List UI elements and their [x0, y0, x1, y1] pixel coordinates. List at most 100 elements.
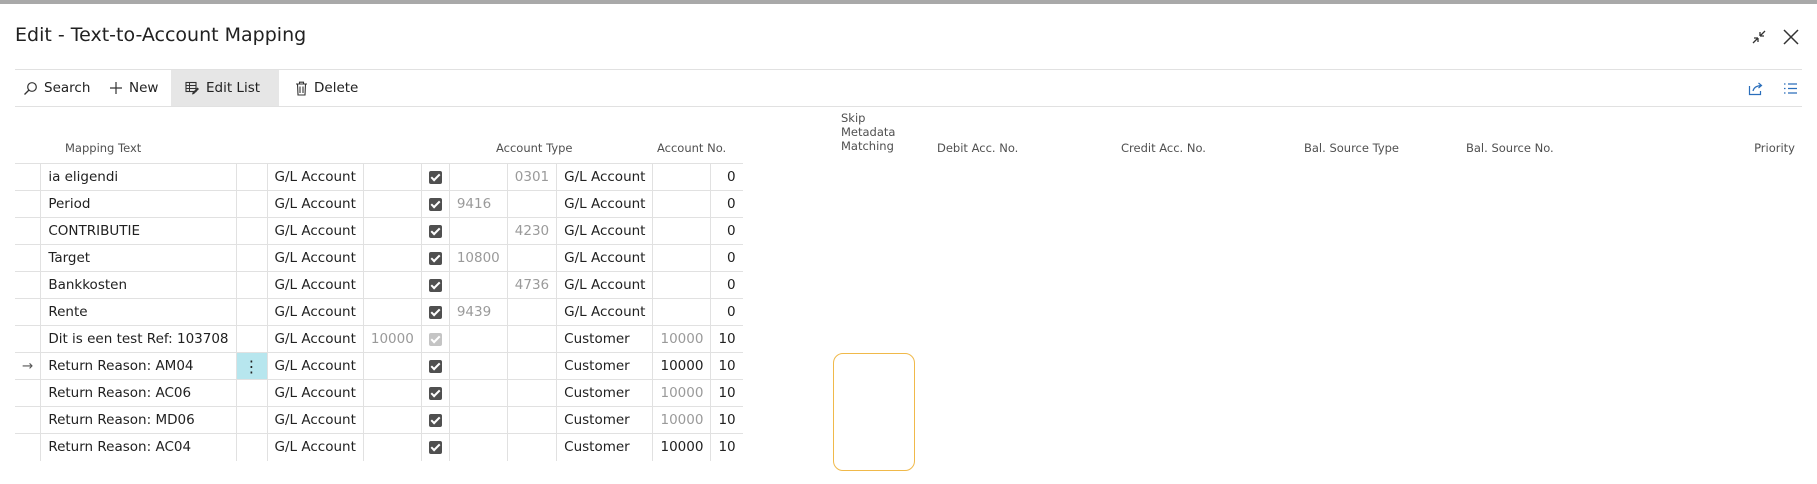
row-menu-cell[interactable]: [235, 433, 268, 461]
cell-skip-metadata[interactable]: [420, 406, 450, 434]
cell-account-type[interactable]: G/L Account: [266, 352, 364, 380]
cell-debit-acc-no[interactable]: [448, 406, 508, 434]
col-header-mapping-text[interactable]: Mapping Text: [65, 141, 141, 155]
edit-list-button[interactable]: Edit List: [171, 70, 279, 106]
cell-debit-acc-no[interactable]: [448, 433, 508, 461]
cell-priority[interactable]: 10: [710, 433, 743, 461]
cell-debit-acc-no[interactable]: [448, 379, 508, 407]
cell-debit-acc-no[interactable]: 9416: [448, 190, 508, 218]
cell-mapping-text[interactable]: Return Reason: AC04: [40, 433, 237, 461]
row-menu-cell[interactable]: [235, 406, 268, 434]
cell-bal-source-no[interactable]: 10000: [652, 325, 711, 353]
cell-priority[interactable]: 0: [710, 244, 743, 272]
cell-credit-acc-no[interactable]: [506, 352, 557, 380]
cell-credit-acc-no[interactable]: [506, 244, 557, 272]
cell-bal-source-type[interactable]: G/L Account: [556, 217, 653, 245]
col-header-credit-acc-no[interactable]: Credit Acc. No.: [1121, 141, 1206, 155]
cell-bal-source-type[interactable]: G/L Account: [556, 244, 653, 272]
checkbox-checked-icon[interactable]: [428, 386, 442, 400]
cell-account-type[interactable]: G/L Account: [266, 190, 364, 218]
row-menu-cell[interactable]: [235, 190, 268, 218]
cell-account-type[interactable]: G/L Account: [266, 298, 364, 326]
cell-bal-source-type[interactable]: Customer: [556, 352, 653, 380]
cell-account-no[interactable]: [362, 352, 422, 380]
cell-account-type[interactable]: G/L Account: [266, 379, 364, 407]
row-menu-cell[interactable]: [235, 325, 268, 353]
checkbox-checked-icon[interactable]: [428, 278, 442, 292]
row-menu-cell[interactable]: ⋮: [235, 352, 268, 380]
cell-priority[interactable]: 0: [710, 298, 743, 326]
cell-skip-metadata[interactable]: [420, 325, 450, 353]
cell-skip-metadata[interactable]: [420, 190, 450, 218]
cell-account-no[interactable]: [362, 163, 422, 191]
row-menu-cell[interactable]: [235, 244, 268, 272]
table-row[interactable]: Bankkosten G/L Account 4736 G/L Account 0: [15, 271, 743, 299]
cell-bal-source-type[interactable]: Customer: [556, 325, 653, 353]
cell-mapping-text[interactable]: Return Reason: MD06: [40, 406, 237, 434]
col-header-priority[interactable]: Priority: [1705, 141, 1795, 155]
cell-priority[interactable]: 10: [710, 406, 743, 434]
search-button[interactable]: Search: [23, 70, 90, 106]
cell-account-no[interactable]: [362, 379, 422, 407]
cell-account-no[interactable]: [362, 271, 422, 299]
cell-mapping-text[interactable]: Rente: [40, 298, 237, 326]
cell-debit-acc-no[interactable]: 10800: [448, 244, 508, 272]
checkbox-checked-icon[interactable]: [428, 251, 442, 265]
row-selector[interactable]: [15, 325, 41, 353]
cell-account-type[interactable]: G/L Account: [266, 271, 364, 299]
cell-account-no[interactable]: [362, 298, 422, 326]
cell-account-no[interactable]: 10000: [362, 325, 422, 353]
cell-debit-acc-no[interactable]: [448, 271, 508, 299]
cell-credit-acc-no[interactable]: [506, 433, 557, 461]
table-row[interactable]: Return Reason: AC06 G/L Account Customer 10…: [15, 379, 743, 407]
row-selector[interactable]: [15, 163, 41, 191]
cell-credit-acc-no[interactable]: 4230: [506, 217, 557, 245]
row-selector[interactable]: [15, 433, 41, 461]
row-selector[interactable]: →: [15, 352, 41, 380]
cell-bal-source-no[interactable]: 10000: [652, 379, 711, 407]
cell-bal-source-no[interactable]: [652, 190, 711, 218]
col-header-bal-source-no[interactable]: Bal. Source No.: [1466, 141, 1554, 155]
col-header-account-no[interactable]: Account No.: [657, 141, 726, 155]
cell-skip-metadata[interactable]: [420, 217, 450, 245]
close-button[interactable]: [1778, 24, 1804, 50]
cell-mapping-text[interactable]: Return Reason: AC06: [40, 379, 237, 407]
cell-account-type[interactable]: G/L Account: [266, 244, 364, 272]
cell-bal-source-type[interactable]: G/L Account: [556, 163, 653, 191]
checkbox-checked-icon[interactable]: [428, 440, 442, 454]
checkbox-checked-icon[interactable]: [428, 305, 442, 319]
row-menu-cell[interactable]: [235, 217, 268, 245]
cell-skip-metadata[interactable]: [420, 433, 450, 461]
cell-debit-acc-no[interactable]: [448, 163, 508, 191]
cell-priority[interactable]: 0: [710, 163, 743, 191]
cell-priority[interactable]: 10: [710, 379, 743, 407]
cell-skip-metadata[interactable]: [420, 298, 450, 326]
cell-account-no[interactable]: [362, 406, 422, 434]
row-selector[interactable]: [15, 298, 41, 326]
cell-mapping-text[interactable]: Period: [40, 190, 237, 218]
cell-account-type[interactable]: G/L Account: [266, 433, 364, 461]
cell-account-no[interactable]: [362, 433, 422, 461]
cell-account-type[interactable]: G/L Account: [266, 406, 364, 434]
cell-bal-source-type[interactable]: G/L Account: [556, 271, 653, 299]
share-button[interactable]: [1748, 70, 1764, 106]
table-row[interactable]: Return Reason: AC04 G/L Account Customer 10…: [15, 433, 743, 461]
table-row[interactable]: CONTRIBUTIE G/L Account 4230 G/L Account 0: [15, 217, 743, 245]
row-menu-cell[interactable]: [235, 163, 268, 191]
table-row[interactable]: Rente G/L Account 9439 G/L Account 0: [15, 298, 743, 326]
table-row[interactable]: Return Reason: MD06 G/L Account Customer 10…: [15, 406, 743, 434]
cell-mapping-text[interactable]: Dit is een test Ref: 103708: [40, 325, 237, 353]
cell-bal-source-no[interactable]: [652, 298, 711, 326]
cell-mapping-text[interactable]: CONTRIBUTIE: [40, 217, 237, 245]
cell-skip-metadata[interactable]: [420, 244, 450, 272]
cell-debit-acc-no[interactable]: [448, 217, 508, 245]
cell-bal-source-type[interactable]: Customer: [556, 433, 653, 461]
delete-button[interactable]: Delete: [281, 70, 358, 106]
cell-bal-source-no[interactable]: 10000: [652, 433, 711, 461]
col-header-skip-metadata[interactable]: Skip Metadata Matching: [841, 111, 895, 153]
cell-bal-source-no[interactable]: [652, 271, 711, 299]
row-selector[interactable]: [15, 271, 41, 299]
table-row[interactable]: Dit is een test Ref: 103708 G/L Account 10…: [15, 325, 743, 353]
collapse-button[interactable]: [1746, 24, 1772, 50]
cell-bal-source-no[interactable]: 10000: [652, 406, 711, 434]
